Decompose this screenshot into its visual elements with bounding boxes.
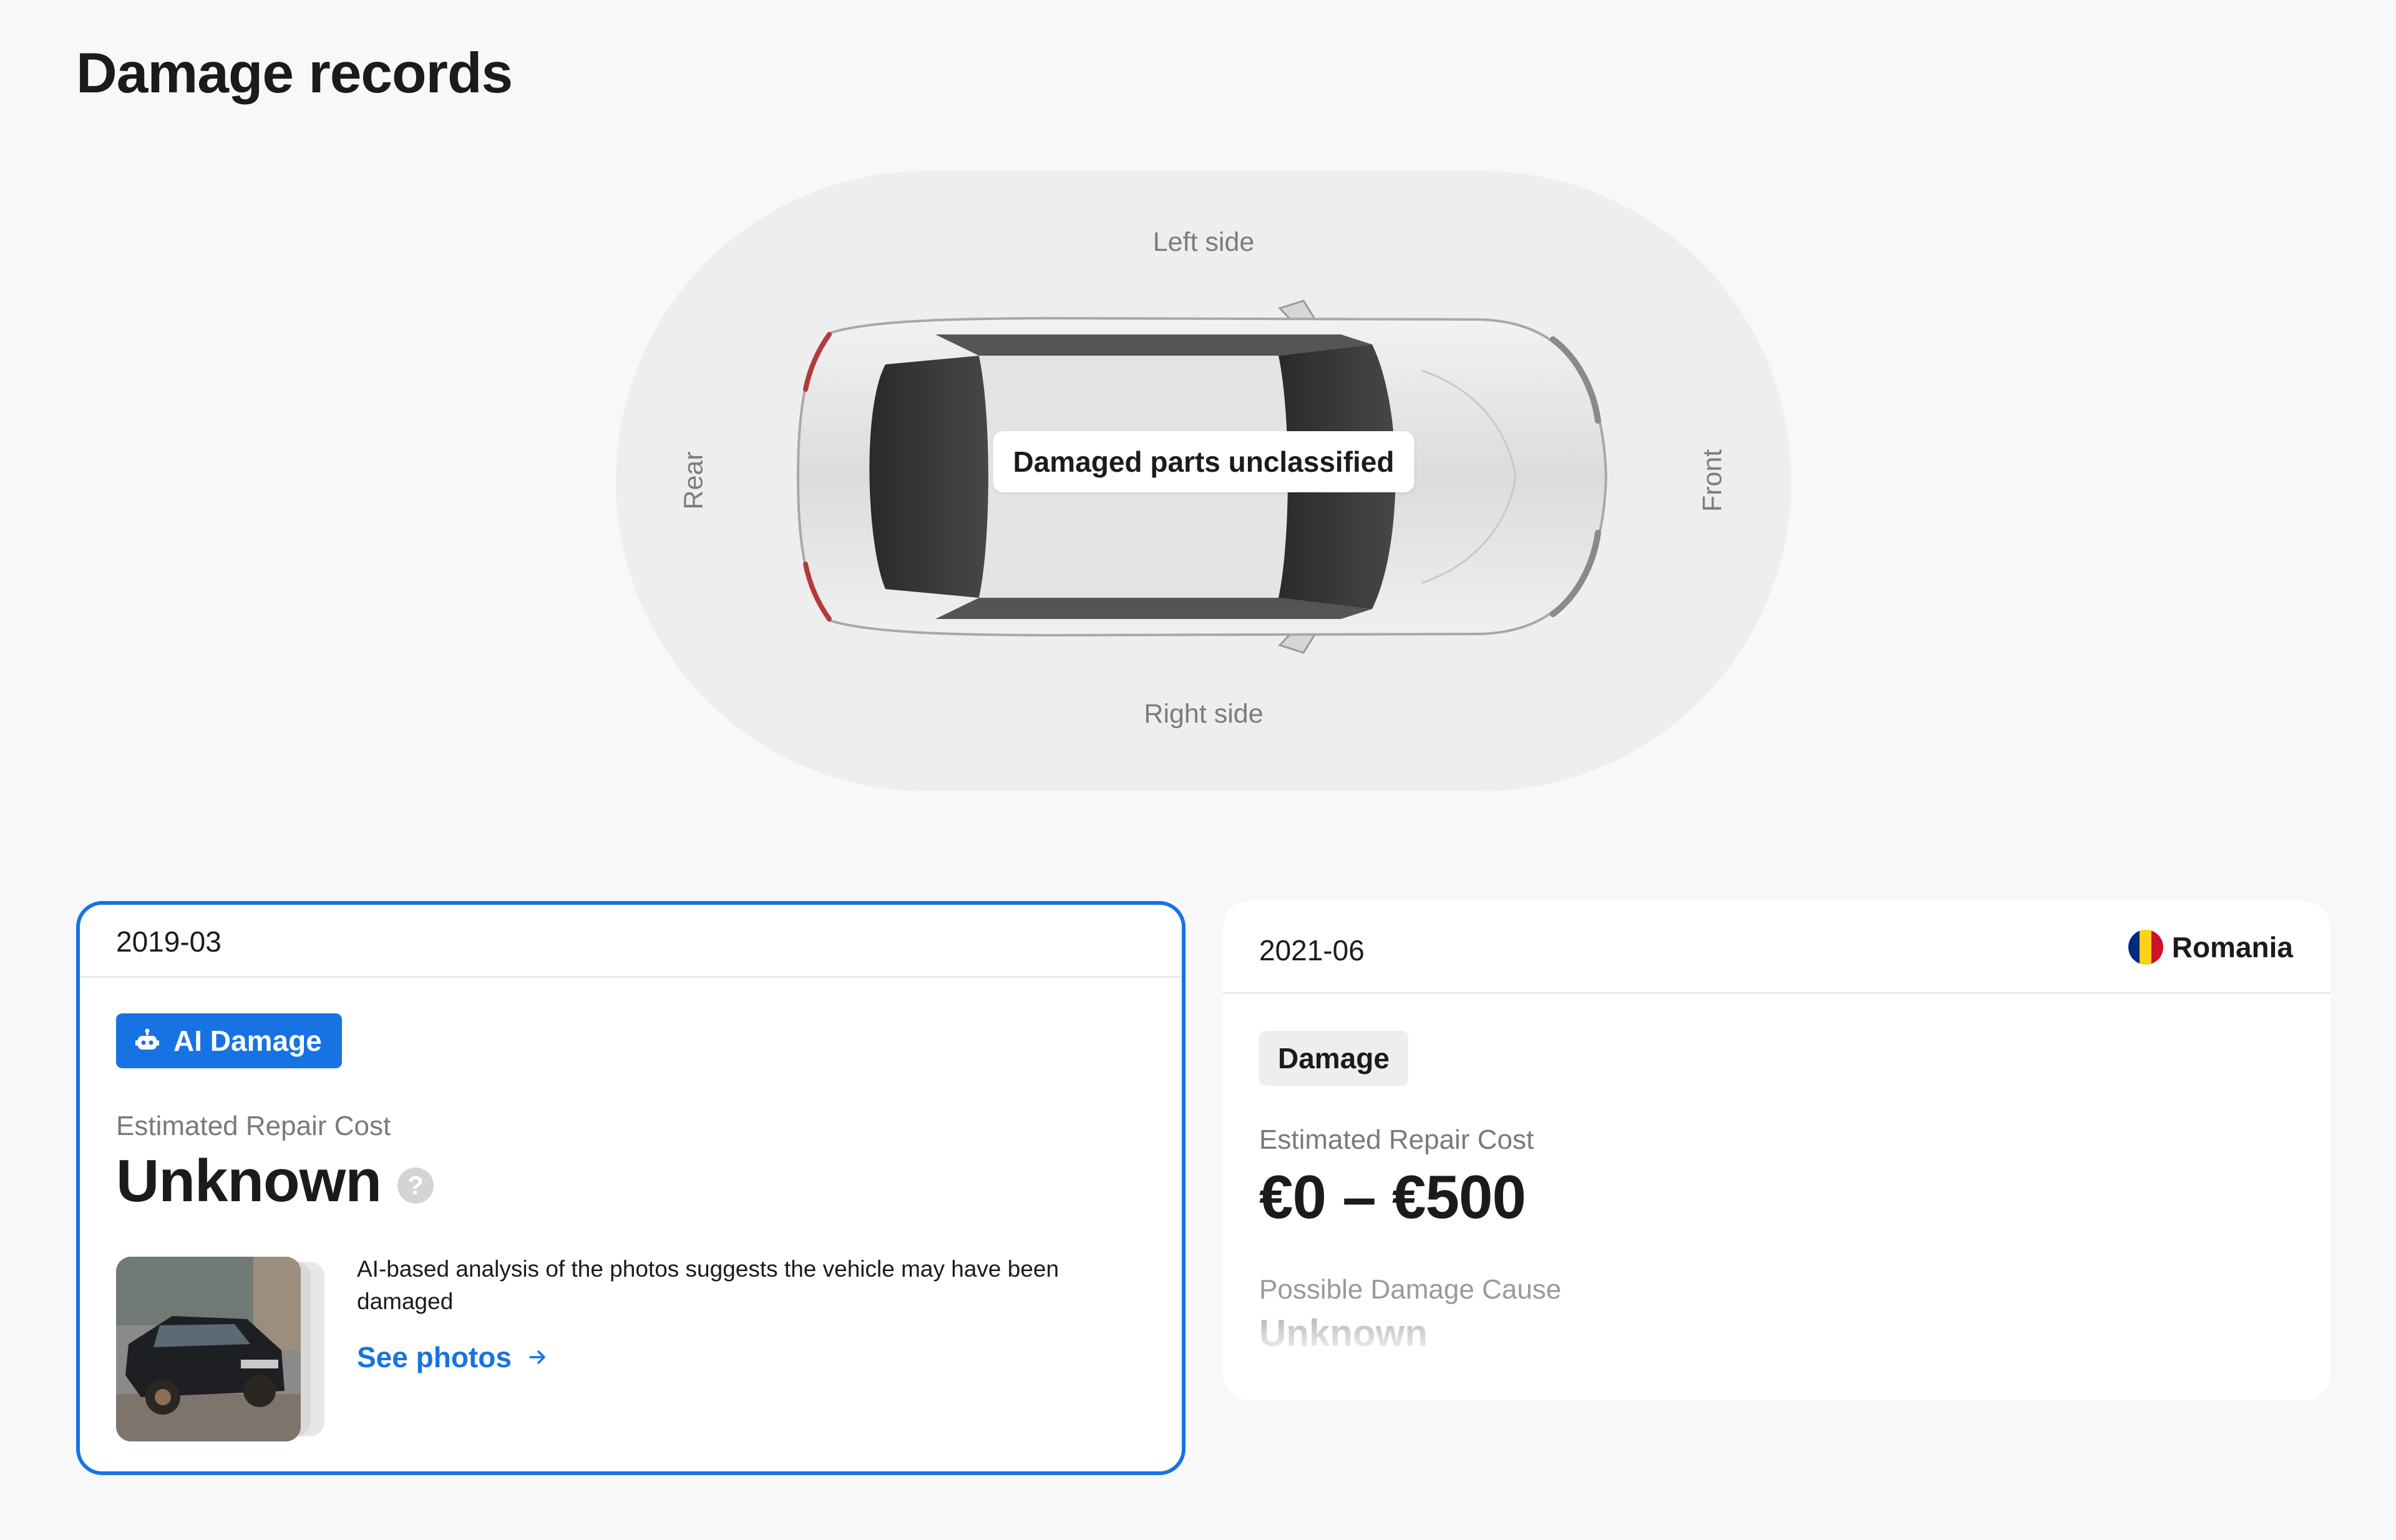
repair-cost-value: Unknown ? xyxy=(116,1147,434,1216)
damage-badge: Damage xyxy=(1259,1031,1408,1086)
see-photos-link[interactable]: See photos xyxy=(357,1340,549,1374)
card-header: 2021-06 Romania xyxy=(1223,901,2330,994)
rear-label: Rear xyxy=(678,451,709,510)
ai-analysis-description: AI-based analysis of the photos suggests… xyxy=(357,1256,1059,1314)
vehicle-damage-diagram: Left side Right side Rear Front Damaged … xyxy=(616,171,1791,791)
damage-cause-label: Possible Damage Cause xyxy=(1259,1274,1562,1305)
country-name: Romania xyxy=(2171,931,2293,963)
damaged-car-photo[interactable] xyxy=(116,1257,301,1441)
right-side-label: Right side xyxy=(1144,699,1264,729)
damage-record-card[interactable]: 2021-06 Romania Damage Estimated Repair … xyxy=(1223,901,2330,1400)
see-photos-label[interactable]: See photos xyxy=(357,1340,512,1374)
front-label: Front xyxy=(1697,449,1728,512)
left-side-label: Left side xyxy=(1152,227,1255,257)
repair-cost-text: Unknown xyxy=(116,1148,382,1214)
help-icon[interactable]: ? xyxy=(397,1167,434,1204)
record-date: 2019-03 xyxy=(116,925,222,958)
ai-damage-badge: AI Damage xyxy=(116,1013,342,1068)
romania-flag-icon xyxy=(2128,930,2163,965)
card-header: 2019-03 xyxy=(80,905,1182,978)
damage-status-label: Damaged parts unclassified xyxy=(993,431,1415,492)
damage-photo-stack[interactable] xyxy=(116,1257,328,1441)
repair-cost-value: €0 – €500 xyxy=(1259,1162,1526,1231)
damage-cause-value: Unknown xyxy=(1259,1312,1428,1354)
robot-icon xyxy=(135,1028,159,1050)
damage-record-card-ai[interactable]: 2019-03 AI Damage Estimated Repair Cost … xyxy=(76,901,1186,1475)
record-date: 2021-06 xyxy=(1259,934,1365,967)
repair-cost-label: Estimated Repair Cost xyxy=(116,1111,391,1141)
badge-label: AI Damage xyxy=(173,1025,322,1057)
repair-cost-label: Estimated Repair Cost xyxy=(1259,1124,1534,1155)
page-title: Damage records xyxy=(76,42,513,105)
arrow-right-icon xyxy=(529,1350,545,1364)
country-indicator: Romania xyxy=(2128,930,2293,965)
